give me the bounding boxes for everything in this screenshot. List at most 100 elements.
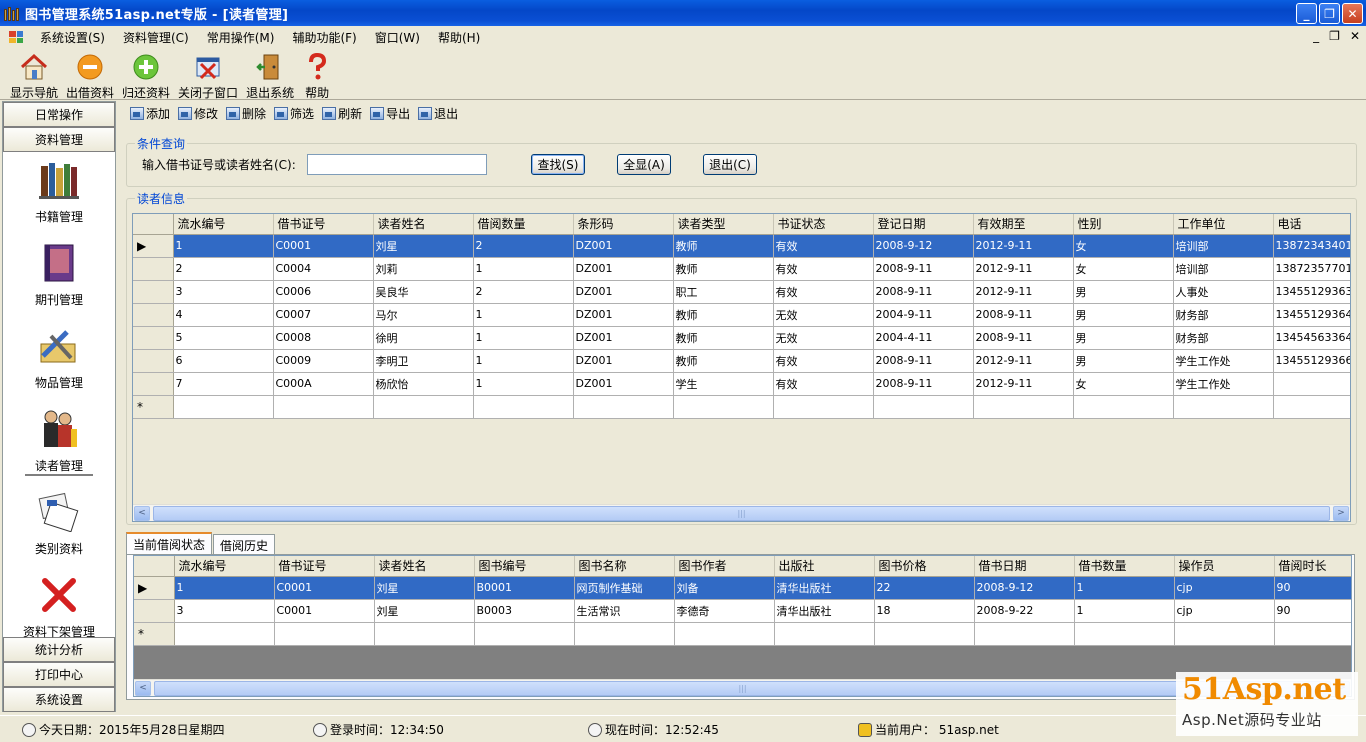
table-cell[interactable]: 2008-9-11: [873, 372, 974, 396]
show-navigation-button[interactable]: 显示导航: [10, 48, 58, 101]
column-header[interactable]: 图书价格: [874, 556, 975, 577]
table-cell[interactable]: 1: [1074, 576, 1175, 600]
table-cell[interactable]: DZ001: [573, 303, 674, 327]
mdi-child-icon[interactable]: [9, 31, 23, 43]
delete-button[interactable]: 删除: [226, 105, 266, 122]
borrowing-hscroll[interactable]: < ||| >: [134, 679, 1351, 696]
scroll-right-icon[interactable]: >: [1333, 505, 1349, 521]
table-cell[interactable]: 教师: [673, 257, 774, 281]
table-cell[interactable]: 人事处: [1173, 280, 1274, 304]
nav-item-readers[interactable]: 读者管理: [3, 401, 115, 484]
search-button[interactable]: 查找(S): [531, 154, 585, 175]
table-cell[interactable]: 13872357701: [1273, 257, 1350, 281]
table-cell[interactable]: B0003: [474, 599, 575, 623]
row-selector[interactable]: ▶: [133, 234, 174, 258]
table-cell[interactable]: [574, 622, 675, 646]
return-button[interactable]: 归还资料: [122, 48, 170, 101]
table-cell[interactable]: 学生工作处: [1173, 372, 1274, 396]
column-header[interactable]: 图书名称: [574, 556, 675, 577]
table-cell[interactable]: [473, 395, 574, 419]
table-cell[interactable]: cjp: [1174, 576, 1275, 600]
column-header[interactable]: 借阅时长: [1274, 556, 1351, 577]
table-cell[interactable]: [1074, 622, 1175, 646]
table-cell[interactable]: 清华出版社: [774, 599, 875, 623]
table-cell[interactable]: 13455129366: [1273, 349, 1350, 373]
table-cell[interactable]: 刘备: [674, 576, 775, 600]
table-cell[interactable]: 无效: [773, 326, 874, 350]
table-cell[interactable]: 教师: [673, 326, 774, 350]
table-cell[interactable]: B0001: [474, 576, 575, 600]
table-cell[interactable]: 18: [874, 599, 975, 623]
table-cell[interactable]: 2004-9-11: [873, 303, 974, 327]
column-header[interactable]: 图书编号: [474, 556, 575, 577]
table-cell[interactable]: C0009: [273, 349, 374, 373]
tab-borrowing-history[interactable]: 借阅历史: [213, 534, 276, 554]
table-cell[interactable]: [273, 395, 374, 419]
table-cell[interactable]: 2012-9-11: [973, 234, 1074, 258]
table-cell[interactable]: 13455129364: [1273, 303, 1350, 327]
row-selector[interactable]: ▶: [134, 576, 175, 600]
table-cell[interactable]: 90: [1274, 576, 1351, 600]
table-cell[interactable]: 有效: [773, 257, 874, 281]
table-cell[interactable]: [1274, 622, 1351, 646]
close-child-window-button[interactable]: 关闭子窗口: [178, 48, 238, 101]
add-button[interactable]: 添加: [130, 105, 170, 122]
table-row[interactable]: 4 C0007 马尔 1 DZ001 教师 无效 2004-9-11 2008-9-11 男财务部…: [133, 303, 1350, 327]
nav-header-daily-operations[interactable]: 日常操作: [3, 102, 115, 127]
table-cell[interactable]: C0001: [274, 599, 375, 623]
table-cell[interactable]: 3: [173, 280, 274, 304]
nav-item-removal[interactable]: 资料下架管理: [3, 567, 115, 650]
table-row[interactable]: 7 C000A 杨欣怡 1 DZ001 学生 有效 2008-9-11 2012-9-11 女学生…: [133, 372, 1350, 396]
table-cell[interactable]: 男: [1073, 349, 1174, 373]
table-cell[interactable]: [773, 395, 874, 419]
column-header[interactable]: 登记日期: [873, 214, 974, 235]
close-button[interactable]: ✕: [1342, 3, 1363, 24]
nav-item-journals[interactable]: 期刊管理: [3, 235, 115, 318]
table-cell[interactable]: 2008-9-11: [873, 257, 974, 281]
column-header[interactable]: 流水编号: [173, 214, 274, 235]
table-cell[interactable]: C0006: [273, 280, 374, 304]
query-input[interactable]: [307, 154, 487, 175]
table-cell[interactable]: 刘星: [374, 599, 475, 623]
column-header[interactable]: 工作单位: [1173, 214, 1274, 235]
table-cell[interactable]: [1174, 622, 1275, 646]
table-cell[interactable]: [174, 622, 275, 646]
table-cell[interactable]: 2: [473, 280, 574, 304]
menu-common-operations[interactable]: 常用操作(M): [198, 29, 284, 46]
column-header[interactable]: 出版社: [774, 556, 875, 577]
column-header[interactable]: 有效期至: [973, 214, 1074, 235]
minimize-button[interactable]: _: [1296, 3, 1317, 24]
table-cell[interactable]: 教师: [673, 234, 774, 258]
column-header[interactable]: 借书数量: [1074, 556, 1175, 577]
table-cell[interactable]: 1: [473, 257, 574, 281]
table-cell[interactable]: 1: [473, 326, 574, 350]
nav-header-system-settings[interactable]: 系统设置: [3, 687, 115, 712]
table-cell[interactable]: [673, 395, 774, 419]
table-cell[interactable]: 男: [1073, 326, 1174, 350]
table-cell[interactable]: 2008-9-11: [873, 349, 974, 373]
table-cell[interactable]: 财务部: [1173, 326, 1274, 350]
table-cell[interactable]: 13872343401: [1273, 234, 1350, 258]
table-cell[interactable]: 学生工作处: [1173, 349, 1274, 373]
table-cell[interactable]: DZ001: [573, 349, 674, 373]
table-cell[interactable]: 7: [173, 372, 274, 396]
scroll-left-icon[interactable]: <: [134, 505, 150, 521]
table-row[interactable]: ▶ 1 C0001 刘星 2 DZ001 教师 有效 2008-9-12 2012-9-11 女培训…: [133, 234, 1350, 258]
table-cell[interactable]: C0001: [274, 576, 375, 600]
menu-auxiliary[interactable]: 辅助功能(F): [283, 29, 365, 46]
nav-header-print-center[interactable]: 打印中心: [3, 662, 115, 687]
nav-header-data-management[interactable]: 资料管理: [3, 127, 115, 152]
scroll-left-icon[interactable]: <: [135, 680, 151, 696]
table-cell[interactable]: 22: [874, 576, 975, 600]
export-button[interactable]: 导出: [370, 105, 410, 122]
table-cell[interactable]: [173, 395, 274, 419]
table-cell[interactable]: 6: [173, 349, 274, 373]
row-selector[interactable]: [133, 349, 174, 373]
scroll-thumb[interactable]: |||: [154, 680, 1331, 696]
table-cell[interactable]: [973, 395, 1074, 419]
column-header[interactable]: 读者姓名: [373, 214, 474, 235]
table-cell[interactable]: 2012-9-11: [973, 349, 1074, 373]
table-cell[interactable]: C0008: [273, 326, 374, 350]
query-exit-button[interactable]: 退出(C): [703, 154, 757, 175]
table-cell[interactable]: DZ001: [573, 257, 674, 281]
